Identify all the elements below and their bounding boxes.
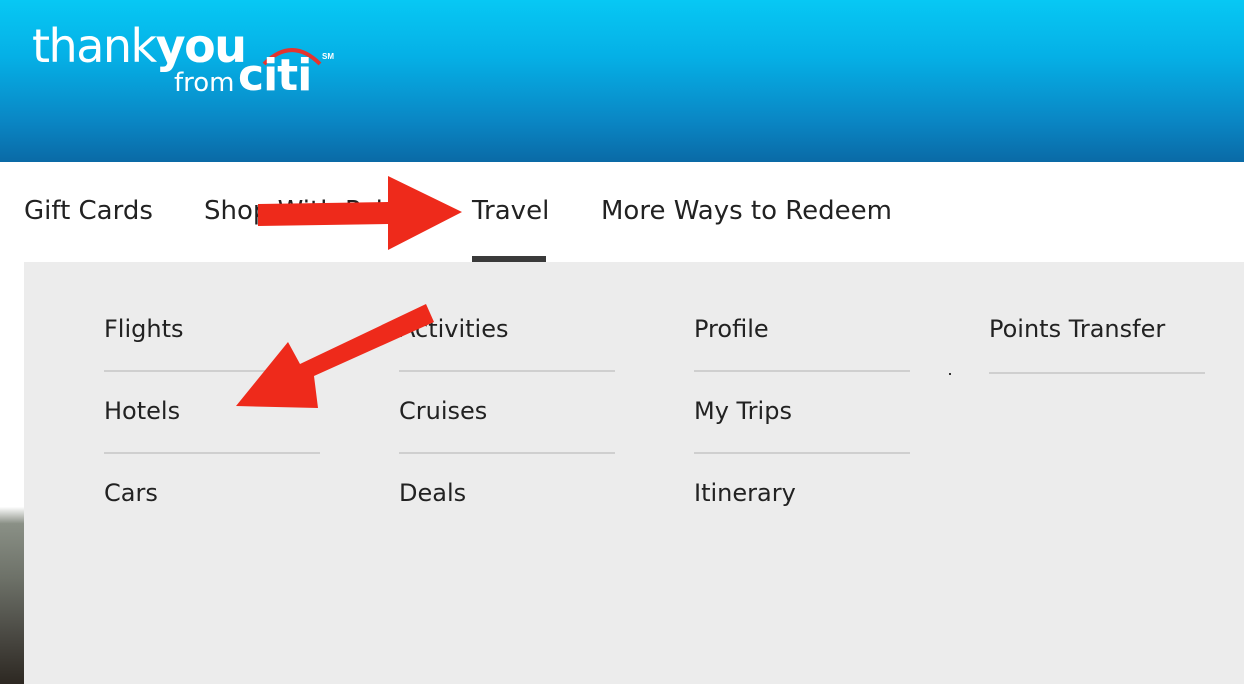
menu-divider — [694, 370, 910, 372]
menu-link-points-transfer[interactable]: Points Transfer — [989, 314, 1165, 344]
menu-link-cars[interactable]: Cars — [104, 478, 158, 508]
menu-divider — [989, 372, 1205, 374]
menu-link-hotels[interactable]: Hotels — [104, 396, 180, 426]
menu-link-flights[interactable]: Flights — [104, 314, 184, 344]
logo-you-text: you — [155, 19, 247, 73]
logo-thank-text: thank — [32, 19, 157, 73]
nav-gift-cards[interactable]: Gift Cards — [24, 195, 153, 227]
nav-shop-with-points[interactable]: Shop With Points — [204, 195, 423, 227]
menu-link-deals[interactable]: Deals — [399, 478, 466, 508]
logo-from-text: from — [174, 68, 235, 98]
menu-link-itinerary[interactable]: Itinerary — [694, 478, 796, 508]
thankyou-citi-logo[interactable]: thankyou from citi SM — [32, 18, 334, 108]
menu-divider — [104, 370, 320, 372]
menu-divider — [104, 452, 320, 454]
menu-link-profile[interactable]: Profile — [694, 314, 769, 344]
menu-divider — [399, 370, 615, 372]
site-header: thankyou from citi SM — [0, 0, 1244, 162]
logo-wordmark: thankyou — [32, 18, 247, 74]
menu-divider — [694, 452, 910, 454]
stray-dot — [949, 373, 951, 375]
menu-link-cruises[interactable]: Cruises — [399, 396, 487, 426]
background-photo — [0, 262, 24, 684]
menu-link-my-trips[interactable]: My Trips — [694, 396, 792, 426]
nav-travel[interactable]: Travel — [472, 195, 549, 227]
travel-dropdown-menu: Flights Hotels Cars Activities Cruises D… — [24, 262, 1244, 684]
menu-divider — [399, 452, 615, 454]
logo-servicemark: SM — [322, 52, 334, 61]
menu-link-activities[interactable]: Activities — [399, 314, 509, 344]
main-nav: Gift Cards Shop With Points Travel More … — [0, 162, 1244, 262]
logo-citi-text: citi — [238, 50, 312, 101]
nav-more-ways-to-redeem[interactable]: More Ways to Redeem — [601, 195, 892, 227]
